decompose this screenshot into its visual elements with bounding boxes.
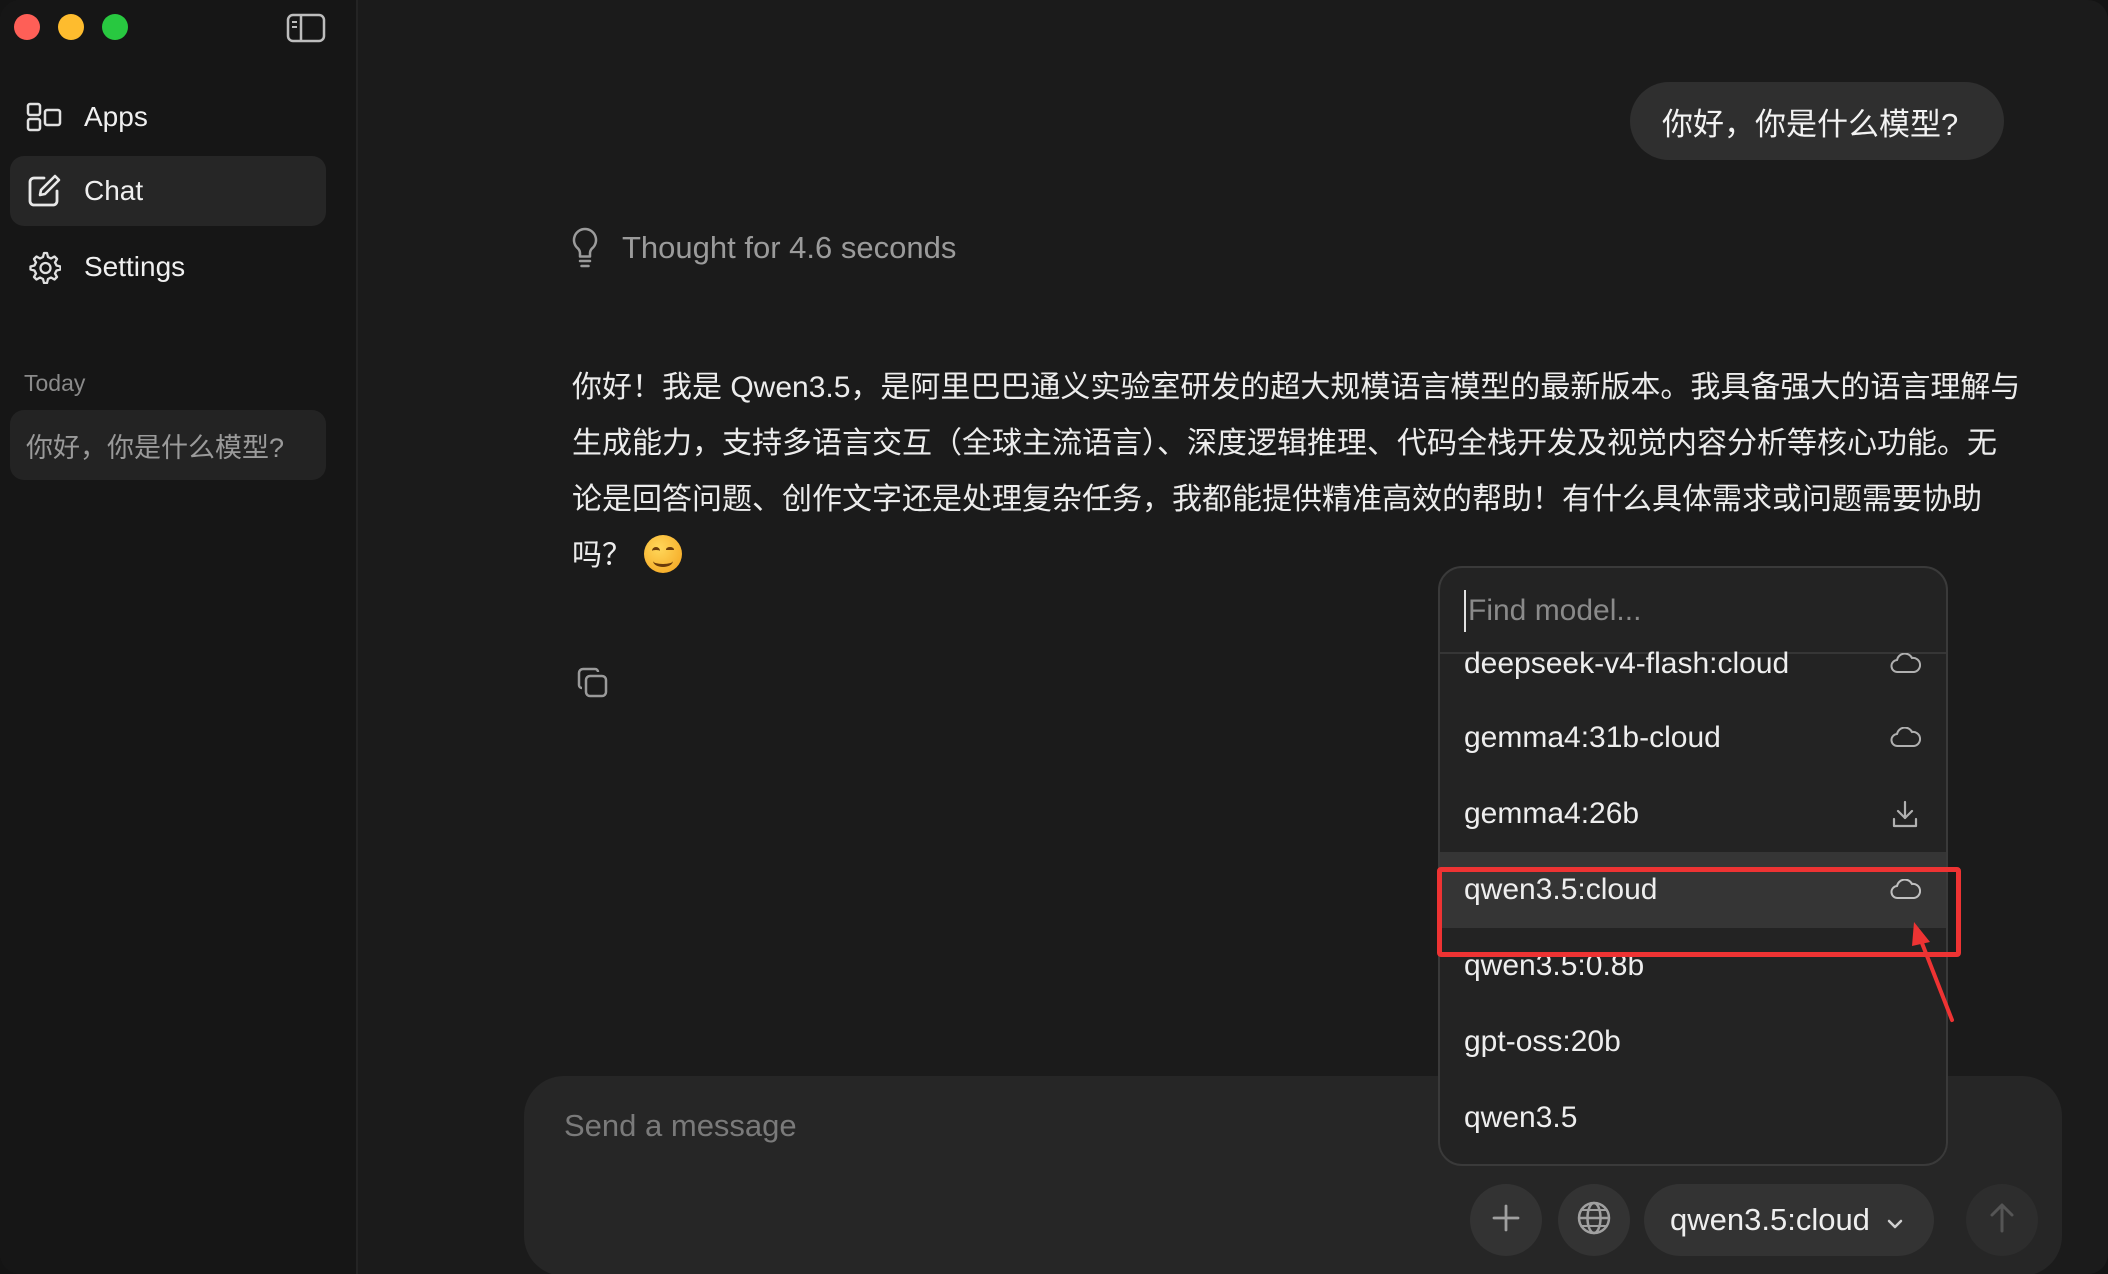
model-item-gemma4-31b-cloud[interactable]: gemma4:31b-cloud [1440, 700, 1946, 776]
globe-icon [1576, 1200, 1612, 1241]
model-selector-label: qwen3.5:cloud [1670, 1202, 1870, 1237]
model-item-label: gemma4:31b-cloud [1464, 721, 1721, 754]
sidebar-item-settings[interactable]: Settings [10, 232, 326, 302]
cloud-icon [1888, 649, 1922, 679]
lightbulb-icon [570, 226, 600, 270]
model-item-label: gpt-oss:20b [1464, 1025, 1621, 1058]
assistant-message: 你好！我是 Qwen3.5，是阿里巴巴通义实验室研发的超大规模语言模型的最新版本… [572, 360, 2022, 584]
zoom-window-button[interactable] [102, 14, 128, 40]
close-window-button[interactable] [14, 14, 40, 40]
model-item-qwen3-5[interactable]: qwen3.5 [1440, 1080, 1946, 1156]
sidebar-item-apps[interactable]: Apps [10, 82, 326, 152]
chevron-down-icon [1886, 1202, 1904, 1238]
send-button[interactable] [1966, 1184, 2038, 1256]
arrow-up-icon [1988, 1202, 2016, 1239]
gear-icon [26, 249, 62, 285]
annotation-arrow-icon [1912, 922, 1954, 1022]
model-dropdown: deepseek-v4-flash:cloud gemma4:31b-cloud… [1438, 566, 1948, 1166]
model-item-label: gemma4:26b [1464, 797, 1640, 830]
user-message-bubble: 你好，你是什么模型? [1630, 82, 2005, 160]
download-icon [1888, 799, 1922, 829]
assistant-message-text: 你好！我是 Qwen3.5，是阿里巴巴通义实验室研发的超大规模语言模型的最新版本… [572, 371, 2021, 572]
thought-label: Thought for 4.6 seconds [622, 230, 957, 265]
web-search-button[interactable] [1558, 1184, 1630, 1256]
sidebar: Apps Chat Settings Today 你好，你是什么模型? [0, 0, 358, 1274]
window-controls [14, 14, 128, 40]
sidebar-item-label: Chat [84, 175, 144, 206]
model-item-deepseek-v4-flash-cloud[interactable]: deepseek-v4-flash:cloud [1440, 628, 1946, 700]
model-selector[interactable]: qwen3.5:cloud [1644, 1184, 1934, 1256]
minimize-window-button[interactable] [58, 14, 84, 40]
annotation-highlight-box [1437, 867, 1961, 957]
smiling-emoji-icon [644, 535, 682, 573]
copy-icon[interactable] [574, 664, 612, 702]
add-attachment-button[interactable] [1470, 1184, 1542, 1256]
plus-icon [1491, 1203, 1521, 1238]
apps-icon [26, 99, 62, 135]
sidebar-item-label: Settings [84, 251, 186, 282]
model-item-label: qwen3.5 [1464, 1101, 1578, 1134]
new-chat-icon [26, 173, 62, 209]
sidebar-item-chat[interactable]: Chat [10, 156, 326, 226]
history-section-label: Today [24, 370, 86, 396]
sidebar-item-label: Apps [84, 101, 148, 132]
app-window: Apps Chat Settings Today 你好，你是什么模型? 你好，你… [0, 0, 2108, 1274]
sidebar-toggle-icon[interactable] [286, 12, 326, 44]
cloud-icon [1888, 723, 1922, 753]
thought-toggle[interactable]: Thought for 4.6 seconds [570, 226, 956, 270]
model-item-gemma4-26b[interactable]: gemma4:26b [1440, 776, 1946, 852]
message-input[interactable]: Send a message [564, 1108, 797, 1144]
model-item-label: deepseek-v4-flash:cloud [1464, 647, 1790, 680]
history-item[interactable]: 你好，你是什么模型? [10, 410, 326, 480]
model-item-gpt-oss-20b[interactable]: gpt-oss:20b [1440, 1004, 1946, 1080]
model-search-input[interactable] [1464, 590, 1904, 632]
